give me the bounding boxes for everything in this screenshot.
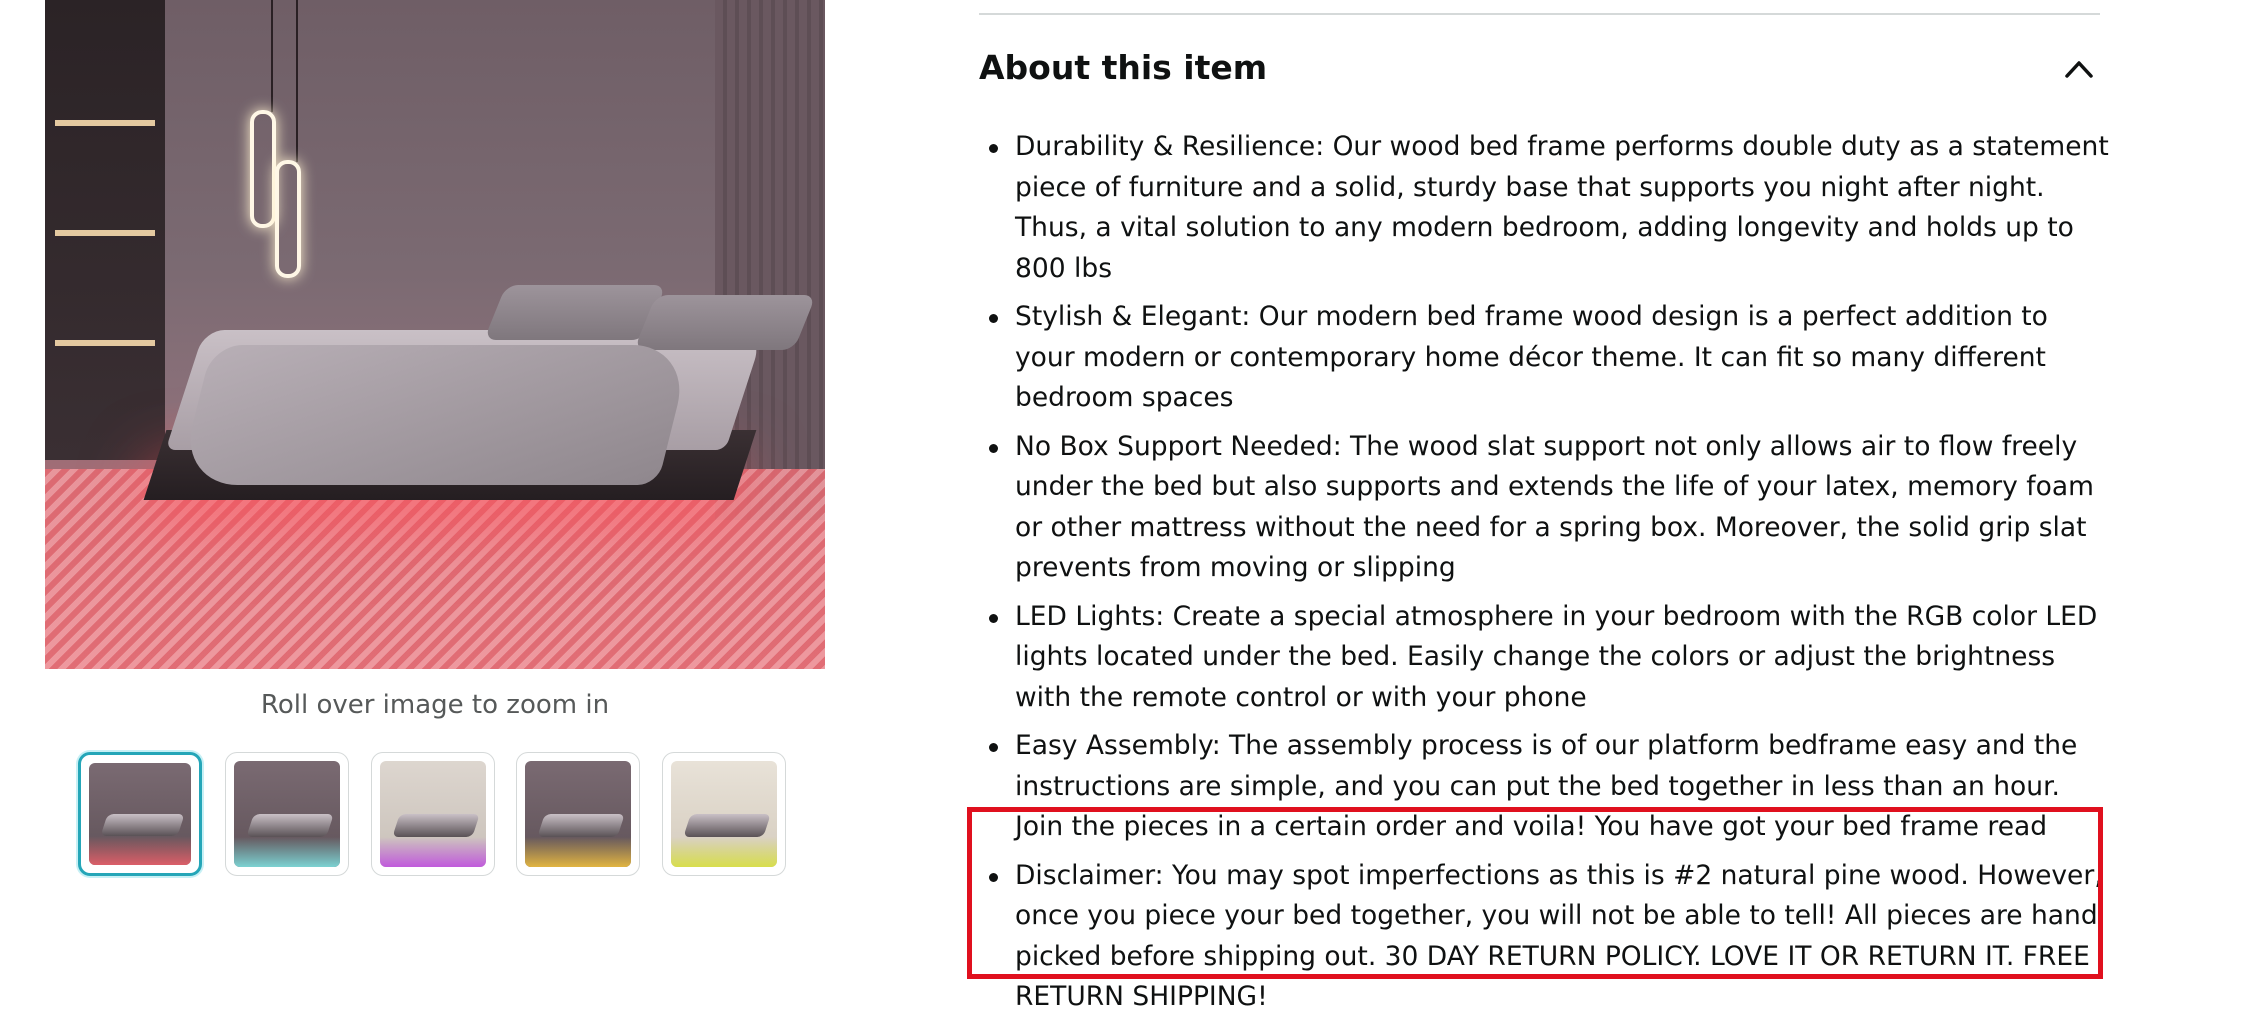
thumbnail-image: [89, 763, 191, 865]
gallery-thumbnail[interactable]: [371, 752, 495, 876]
image-duvet: [177, 345, 693, 485]
thumbnail-image: [525, 761, 631, 867]
thumbnail-glow: [525, 837, 631, 867]
thumbnail-image: [380, 761, 486, 867]
gallery-thumbnail[interactable]: [225, 752, 349, 876]
product-main-image[interactable]: [45, 0, 825, 669]
pendant-light: [275, 160, 301, 278]
bullet-stylish: Stylish & Elegant: Our modern bed frame …: [979, 297, 2109, 419]
gallery-thumbnail[interactable]: [662, 752, 786, 876]
thumbnail-glow: [234, 837, 340, 867]
thumbnail-image: [234, 761, 340, 867]
thumbnail-image: [671, 761, 777, 867]
pendant-light: [250, 110, 276, 228]
section-divider: [979, 13, 2100, 15]
bullet-led-lights: LED Lights: Create a special atmosphere …: [979, 597, 2109, 719]
thumbnail-glow: [380, 837, 486, 867]
pendant-cord: [296, 0, 298, 162]
image-pillow: [483, 285, 667, 340]
pendant-cord: [271, 0, 273, 112]
thumbnail-glow: [89, 836, 191, 865]
about-title: About this item: [979, 48, 1268, 87]
thumbnail-glow: [671, 837, 777, 867]
gallery-thumbnail[interactable]: [78, 752, 202, 876]
highlight-box: [967, 807, 2103, 979]
gallery-thumbnail[interactable]: [516, 752, 640, 876]
zoom-hint: Roll over image to zoom in: [260, 690, 610, 720]
bullet-no-box-support: No Box Support Needed: The wood slat sup…: [979, 427, 2109, 589]
chevron-up-icon[interactable]: [2064, 58, 2094, 80]
image-pillow: [633, 295, 817, 350]
bullet-durability: Durability & Resilience: Our wood bed fr…: [979, 127, 2109, 289]
image-shelf: [45, 0, 165, 460]
